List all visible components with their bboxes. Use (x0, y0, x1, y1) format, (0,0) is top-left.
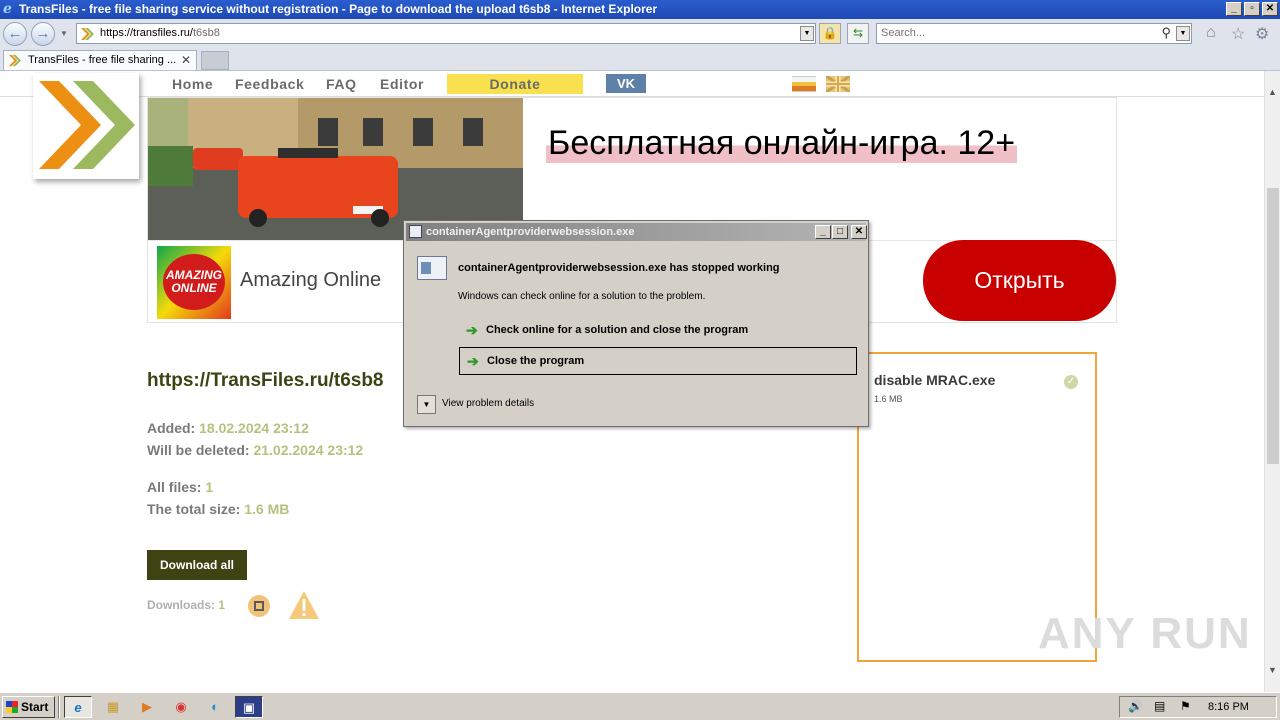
favorites-star-icon[interactable]: ☆ (1231, 24, 1245, 44)
tab-close-icon[interactable]: ✕ (181, 51, 191, 70)
window-controls: _ ▫ ✕ (1226, 2, 1278, 16)
new-tab-button[interactable] (201, 51, 229, 70)
taskbar-media-icon[interactable]: ▶ (133, 696, 161, 718)
download-all-button[interactable]: Download all (147, 550, 247, 580)
home-icon[interactable]: ⌂ (1206, 24, 1216, 42)
scroll-thumb[interactable] (1267, 188, 1279, 464)
nav-editor[interactable]: Editor (380, 76, 424, 92)
dialog-title: containerAgentproviderwebsession.exe (426, 226, 635, 238)
site-logo[interactable] (33, 73, 139, 179)
dialog-subtext: Windows can check online for a solution … (458, 291, 706, 302)
expand-details-icon[interactable]: ▼ (417, 395, 436, 414)
close-program-option[interactable]: ➔ Close the program (459, 347, 857, 375)
ad-brand-logo: AMAZING ONLINE (157, 246, 231, 319)
nav-home[interactable]: Home (172, 76, 213, 92)
site-favicon-icon (81, 28, 94, 40)
lock-icon[interactable]: 🔒 (819, 23, 841, 44)
all-files-row: All files: 1 (147, 479, 214, 495)
view-details-label[interactable]: View problem details (442, 398, 534, 409)
qr-code-icon[interactable] (248, 595, 270, 617)
window-title: TransFiles - free file sharing service w… (19, 2, 658, 16)
deleted-row: Will be deleted: 21.02.2024 23:12 (147, 442, 364, 458)
taskbar-ie-icon[interactable]: e (64, 696, 92, 718)
ie-icon: e (3, 1, 12, 17)
transfiles-logo-icon (39, 81, 135, 169)
flag-ru-icon[interactable] (792, 76, 816, 92)
scroll-down-icon[interactable]: ▼ (1268, 665, 1277, 675)
ad-brand-name: Amazing Online (240, 269, 382, 291)
ad-open-button[interactable]: Открыть (923, 240, 1116, 321)
file-size: 1.6 MB (874, 394, 903, 404)
dialog-minimize-button[interactable]: _ (815, 225, 831, 239)
check-online-option[interactable]: ➔ Check online for a solution and close … (459, 317, 857, 345)
scroll-up-icon[interactable]: ▲ (1268, 87, 1277, 97)
window-titlebar: e TransFiles - free file sharing service… (0, 0, 1280, 19)
windows-flag-icon (6, 701, 18, 713)
taskbar: Start e ▦ ▶ ◉ ◐ ▣ 🔊 ▤ ⚑ 8:16 PM (0, 692, 1280, 720)
start-button[interactable]: Start (2, 696, 55, 718)
warning-icon[interactable] (288, 590, 320, 620)
search-box[interactable]: ⚲ ▼ (876, 23, 1192, 44)
dialog-close-button[interactable]: ✕ (851, 225, 867, 239)
file-link[interactable]: https://TransFiles.ru/t6sb8 (147, 370, 384, 392)
dialog-heading: containerAgentproviderwebsession.exe has… (458, 262, 780, 274)
tab-title: TransFiles - free file sharing ... (28, 54, 177, 66)
taskbar-edge-icon[interactable]: ◐ (201, 696, 229, 718)
site-nav: Home Feedback FAQ Editor Donate VK (0, 71, 1264, 97)
search-input[interactable] (881, 27, 1151, 39)
refresh-icon[interactable]: ⇆ (847, 23, 869, 44)
back-icon[interactable]: ← (3, 22, 27, 46)
browser-toolbar: ← → ▼ https://transfiles.ru/t6sb8 ▼ 🔒 ⇆ … (0, 19, 1280, 49)
address-url: https://transfiles.ru/t6sb8 (100, 27, 220, 39)
gear-icon[interactable]: ⚙ (1255, 24, 1269, 44)
total-size-row: The total size: 1.6 MB (147, 501, 290, 517)
check-icon[interactable]: ✓ (1064, 375, 1078, 389)
tab-bar: TransFiles - free file sharing ... ✕ (0, 49, 1280, 71)
donate-button[interactable]: Donate (447, 74, 583, 94)
green-arrow-icon: ➔ (466, 322, 478, 338)
green-arrow-icon: ➔ (467, 353, 479, 369)
ad-game-image (148, 98, 523, 240)
minimize-button[interactable]: _ (1226, 2, 1242, 16)
network-icon[interactable]: ▤ (1154, 699, 1165, 713)
vertical-scrollbar[interactable]: ▲ ▼ (1264, 71, 1280, 692)
nav-feedback[interactable]: Feedback (235, 76, 304, 92)
clock[interactable]: 8:16 PM (1208, 701, 1249, 713)
tab-favicon-icon (8, 54, 21, 67)
volume-icon[interactable]: 🔊 (1128, 699, 1143, 713)
nav-faq[interactable]: FAQ (326, 76, 357, 92)
file-name: disable MRAC.exe (874, 372, 996, 388)
address-bar[interactable]: https://transfiles.ru/t6sb8 ▼ (76, 23, 816, 44)
vk-button[interactable]: VK (606, 74, 646, 93)
dialog-app-icon (409, 225, 422, 238)
dialog-titlebar: containerAgentproviderwebsession.exe _ □… (406, 223, 867, 241)
history-dropdown-icon[interactable]: ▼ (60, 29, 68, 38)
dialog-maximize-button[interactable]: □ (832, 225, 848, 239)
restore-button[interactable]: ▫ (1244, 2, 1260, 16)
search-icon[interactable]: ⚲ (1161, 25, 1171, 41)
program-icon (417, 256, 447, 280)
crash-dialog: containerAgentproviderwebsession.exe _ □… (403, 220, 869, 427)
system-tray: 🔊 ▤ ⚑ 8:16 PM (1119, 696, 1277, 718)
tab-transfiles[interactable]: TransFiles - free file sharing ... ✕ (3, 50, 197, 70)
ad-headline: Бесплатная онлайн-игра. 12+ (546, 124, 1018, 163)
forward-icon[interactable]: → (31, 22, 55, 46)
close-button[interactable]: ✕ (1262, 2, 1278, 16)
search-dropdown-icon[interactable]: ▼ (1176, 26, 1190, 41)
address-dropdown-icon[interactable]: ▼ (800, 26, 814, 41)
added-row: Added: 18.02.2024 23:12 (147, 420, 309, 436)
taskbar-separator (58, 696, 60, 718)
taskbar-explorer-icon[interactable]: ▦ (99, 696, 127, 718)
taskbar-chrome-icon[interactable]: ◉ (167, 696, 195, 718)
action-center-flag-icon[interactable]: ⚑ (1180, 699, 1191, 713)
anyrun-watermark: ANY RUN (1038, 609, 1252, 658)
downloads-row: Downloads: 1 (147, 598, 226, 612)
flag-en-icon[interactable] (826, 76, 850, 92)
taskbar-error-app-icon[interactable]: ▣ (235, 696, 263, 718)
